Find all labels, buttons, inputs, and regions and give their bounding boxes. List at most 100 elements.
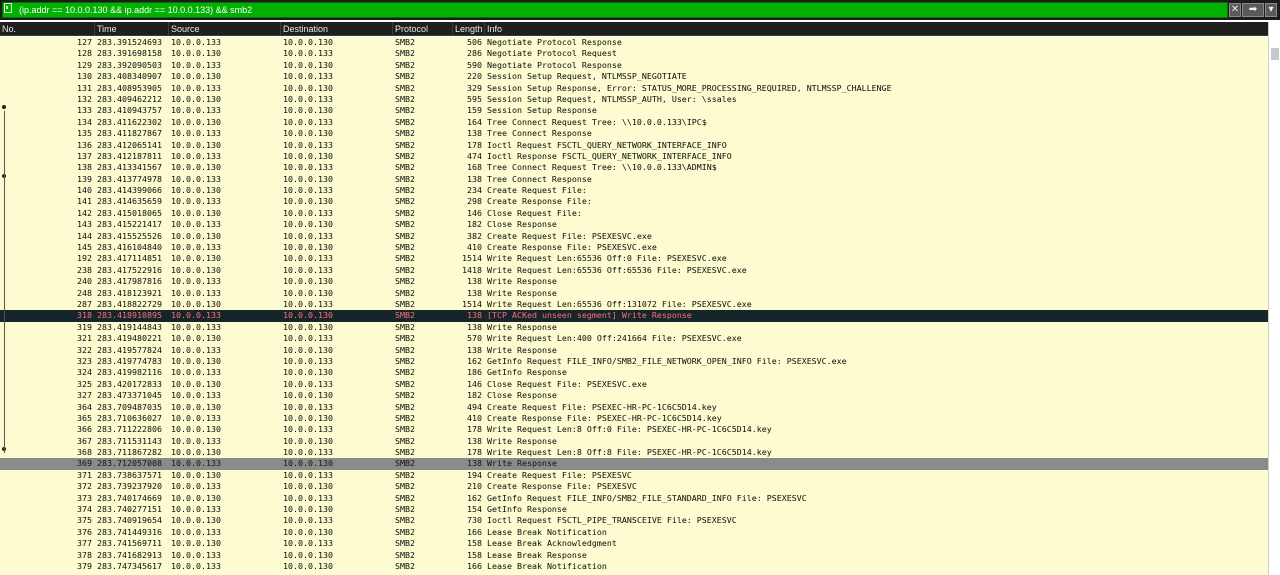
filter-dropdown-button[interactable]: ▾ [1265,3,1277,17]
column-header-destination[interactable]: Destination [280,22,392,36]
packet-row[interactable]: 375 283.740919654 10.0.0.130 10.0.0.133 SMB2… [0,515,1268,526]
bookmark-icon[interactable] [4,3,12,13]
packet-row[interactable]: 132 283.409462212 10.0.0.130 10.0.0.133 SMB2… [0,94,1268,105]
column-header-no[interactable]: No. [0,22,94,36]
packet-time: 283.417114851 [97,253,162,264]
packet-protocol: SMB2 [395,93,415,104]
packet-destination: 10.0.0.130 [283,344,333,355]
packet-row[interactable]: 371 283.738637571 10.0.0.130 10.0.0.133 SMB2… [0,470,1268,481]
packet-row[interactable]: 139 283.413774978 10.0.0.133 10.0.0.130 SMB2… [0,173,1268,185]
packet-row[interactable]: 138 283.413341567 10.0.0.130 10.0.0.133 SMB2… [0,162,1268,173]
scrollbar-thumb[interactable] [1271,48,1279,60]
packet-length: 410 [467,242,482,253]
column-header-length[interactable]: Length [452,22,484,36]
packet-no: 368 [77,447,92,458]
packet-protocol: SMB2 [395,253,415,264]
packet-protocol: SMB2 [395,59,415,70]
packet-row[interactable]: 131 283.408953905 10.0.0.133 10.0.0.130 SMB2… [0,83,1268,94]
packet-row[interactable]: 319 283.419144843 10.0.0.133 10.0.0.130 SMB2… [0,322,1268,333]
packet-row[interactable]: 238 283.417522916 10.0.0.130 10.0.0.133 SMB2… [0,265,1268,276]
packet-info: Create Request File: PSEXESVC [487,469,632,480]
packet-destination: 10.0.0.133 [283,264,333,275]
packet-length: 162 [467,355,482,366]
packet-length: 1514 [462,253,482,264]
packet-length: 178 [467,447,482,458]
packet-row[interactable]: 136 283.412065141 10.0.0.130 10.0.0.133 SMB2… [0,140,1268,151]
packet-row[interactable]: 318 283.418910895 10.0.0.133 10.0.0.130 SMB2… [0,310,1268,322]
packet-destination: 10.0.0.133 [283,298,333,309]
packet-row[interactable]: 248 283.418123921 10.0.0.133 10.0.0.130 SMB2… [0,288,1268,299]
vertical-scrollbar[interactable] [1268,22,1280,575]
apply-filter-button[interactable]: ➡ [1242,3,1264,17]
column-header-protocol[interactable]: Protocol [392,22,452,36]
packet-info: Write Response [487,276,557,287]
packet-row[interactable]: 145 283.416104840 10.0.0.133 10.0.0.130 SMB2… [0,242,1268,253]
clear-filter-button[interactable]: ✕ [1229,3,1241,17]
packet-length: 474 [467,150,482,161]
packet-row[interactable]: 324 283.419982116 10.0.0.133 10.0.0.130 SMB2… [0,367,1268,378]
packet-row[interactable]: 142 283.415018065 10.0.0.130 10.0.0.133 SMB2… [0,208,1268,219]
column-header-source[interactable]: Source [168,22,280,36]
packet-info: Lease Break Notification [487,526,607,537]
packet-row[interactable]: 192 283.417114851 10.0.0.130 10.0.0.133 SMB2… [0,253,1268,264]
packet-source: 10.0.0.130 [171,424,221,435]
packet-row[interactable]: 327 283.473371045 10.0.0.133 10.0.0.130 SMB2… [0,390,1268,401]
display-filter-input[interactable]: (ip.addr == 10.0.0.130 && ip.addr == 10.… [2,2,1228,18]
packet-row[interactable]: 135 283.411827867 10.0.0.133 10.0.0.130 SMB2… [0,128,1268,139]
packet-row[interactable]: 321 283.419480221 10.0.0.130 10.0.0.133 SMB2… [0,333,1268,344]
packet-row[interactable]: 323 283.419774783 10.0.0.130 10.0.0.133 SMB2… [0,356,1268,367]
packet-info: Write Response [487,435,557,446]
packet-info: Tree Connect Request Tree: \\10.0.0.133\… [487,116,707,127]
packet-row[interactable]: 322 283.419577824 10.0.0.133 10.0.0.130 SMB2… [0,345,1268,356]
packet-row[interactable]: 127 283.391524693 10.0.0.133 10.0.0.130 SMB2… [0,37,1268,48]
packet-length: 410 [467,412,482,423]
packet-protocol: SMB2 [395,105,415,116]
packet-length: 178 [467,424,482,435]
packet-row[interactable]: 373 283.740174669 10.0.0.130 10.0.0.133 SMB2… [0,493,1268,504]
packet-row[interactable]: 377 283.741569711 10.0.0.130 10.0.0.133 SMB2… [0,538,1268,549]
packet-row[interactable]: 367 283.711531143 10.0.0.133 10.0.0.130 SMB2… [0,436,1268,447]
packet-destination: 10.0.0.130 [283,549,333,560]
packet-row[interactable]: 133 283.410943757 10.0.0.133 10.0.0.130 SMB2… [0,105,1268,116]
packet-row[interactable]: 372 283.739237920 10.0.0.133 10.0.0.130 SMB2… [0,481,1268,492]
packet-row[interactable]: 325 283.420172833 10.0.0.130 10.0.0.133 SMB2… [0,379,1268,390]
packet-row[interactable]: 129 283.392090503 10.0.0.133 10.0.0.130 SMB2… [0,60,1268,71]
packet-length: 298 [467,196,482,207]
packet-time: 283.419480221 [97,333,162,344]
packet-row[interactable]: 128 283.391698158 10.0.0.130 10.0.0.133 SMB2… [0,48,1268,59]
packet-row[interactable]: 365 283.710636027 10.0.0.133 10.0.0.130 SMB2… [0,413,1268,424]
packet-protocol: SMB2 [395,367,415,378]
packet-row[interactable]: 143 283.415221417 10.0.0.133 10.0.0.130 SMB2… [0,219,1268,230]
packet-time: 283.710636027 [97,412,162,423]
packet-row[interactable]: 376 283.741449316 10.0.0.133 10.0.0.130 SMB2… [0,527,1268,538]
packet-row[interactable]: 364 283.709487035 10.0.0.130 10.0.0.133 SMB2… [0,402,1268,413]
packet-source: 10.0.0.130 [171,139,221,150]
packet-source: 10.0.0.130 [171,253,221,264]
packet-row[interactable]: 130 283.408340907 10.0.0.130 10.0.0.133 SMB2… [0,71,1268,82]
packet-time: 283.416104840 [97,242,162,253]
packet-source: 10.0.0.133 [171,344,221,355]
packet-row[interactable]: 134 283.411622302 10.0.0.130 10.0.0.133 SMB2… [0,117,1268,128]
packet-row[interactable]: 379 283.747345617 10.0.0.133 10.0.0.130 SMB2… [0,561,1268,572]
packet-row[interactable]: 368 283.711867282 10.0.0.130 10.0.0.133 SMB2… [0,447,1268,458]
packet-row[interactable]: 287 283.418822729 10.0.0.130 10.0.0.133 SMB2… [0,299,1268,310]
packet-info: Close Request File: [487,207,582,218]
packet-row[interactable]: 141 283.414635659 10.0.0.133 10.0.0.130 SMB2… [0,196,1268,207]
packet-length: 159 [467,105,482,116]
column-header-info[interactable]: Info [484,22,1268,36]
packet-row[interactable]: 144 283.415525526 10.0.0.130 10.0.0.133 SMB2… [0,231,1268,242]
packet-source: 10.0.0.130 [171,447,221,458]
packet-row[interactable]: 140 283.414399066 10.0.0.130 10.0.0.133 SMB2… [0,185,1268,196]
packet-source: 10.0.0.133 [171,59,221,70]
packet-row[interactable]: 374 283.740277151 10.0.0.133 10.0.0.130 SMB2… [0,504,1268,515]
packet-length: 146 [467,207,482,218]
packet-time: 283.712057008 [97,458,162,469]
packet-row[interactable]: 240 283.417987816 10.0.0.133 10.0.0.130 SMB2… [0,276,1268,287]
column-header-time[interactable]: Time [94,22,168,36]
packet-row[interactable]: 369 283.712057008 10.0.0.133 10.0.0.130 SMB2… [0,458,1268,470]
packet-row[interactable]: 378 283.741682913 10.0.0.133 10.0.0.130 SMB2… [0,550,1268,561]
packet-row[interactable]: 137 283.412187811 10.0.0.133 10.0.0.130 SMB2… [0,151,1268,162]
packet-row[interactable]: 366 283.711222806 10.0.0.130 10.0.0.133 SMB2… [0,424,1268,435]
packet-protocol: SMB2 [395,219,415,230]
packet-info: Write Request Len:65536 Off:65536 File: … [487,264,747,275]
